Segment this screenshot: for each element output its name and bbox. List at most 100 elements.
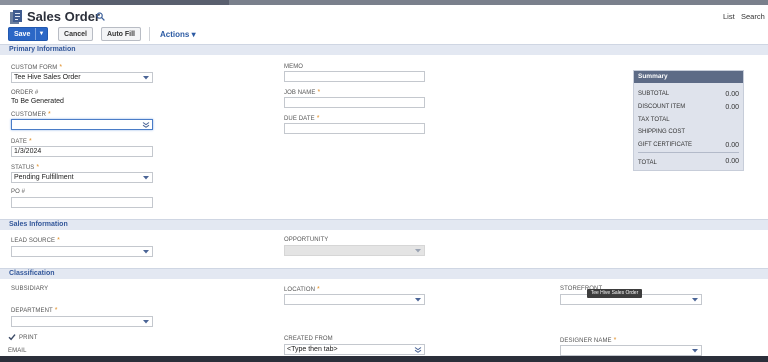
required-marker: * (36, 164, 40, 171)
job-name-label-text: JOB NAME (284, 90, 316, 96)
required-marker: * (317, 286, 320, 293)
check-icon[interactable] (8, 333, 16, 341)
job-name-field[interactable] (284, 97, 425, 108)
shipping-cost-label: SHIPPING COST (638, 129, 686, 135)
po-number-field[interactable] (11, 197, 153, 208)
lead-source-select[interactable] (11, 246, 153, 257)
due-date-label: DUE DATE * (284, 115, 320, 122)
section-sales-information[interactable]: Sales Information (0, 219, 768, 230)
page-title: Sales Order (27, 9, 100, 24)
due-date-label-text: DUE DATE (284, 116, 315, 122)
auto-fill-button[interactable]: Auto Fill (101, 27, 141, 41)
chevron-down-icon (143, 250, 149, 254)
custom-form-select[interactable]: Tee Hive Sales Order (11, 72, 153, 83)
subsidiary-label: SUBSIDIARY (11, 286, 49, 292)
top-nav-strip (0, 0, 768, 5)
save-button-label: Save (14, 30, 31, 38)
tax-total-label: TAX TOTAL (638, 117, 670, 123)
toolbar-divider (149, 27, 150, 41)
summary-title: Summary (634, 71, 743, 83)
designer-name-label: DESIGNER NAME * (560, 337, 616, 344)
print-label: PRINT (19, 335, 38, 341)
department-label-text: DEPARTMENT (11, 308, 53, 314)
subtotal-label: SUBTOTAL (638, 91, 670, 97)
status-label: STATUS * (11, 164, 39, 171)
memo-field[interactable] (284, 71, 425, 82)
order-number-label: ORDER # (11, 90, 39, 96)
double-chevron-icon[interactable] (142, 122, 150, 128)
chevron-down-icon (143, 176, 149, 180)
save-button[interactable]: Save ▼ (8, 27, 48, 41)
summary-divider (638, 152, 739, 153)
status-select[interactable]: Pending Fulfillment (11, 172, 153, 183)
required-marker: * (316, 115, 320, 122)
total-label: TOTAL (638, 160, 657, 166)
order-number-value: To Be Generated (11, 98, 64, 105)
section-title: Classification (9, 270, 55, 277)
created-from-field[interactable]: <Type then tab> (284, 344, 425, 355)
section-classification[interactable]: Classification (0, 268, 768, 279)
section-primary-information[interactable]: Primary Information (0, 44, 768, 55)
total-value: 0.00 (725, 158, 739, 165)
date-label-text: DATE (11, 139, 27, 145)
nav-strip-segment (0, 0, 70, 5)
search-link[interactable]: Search (741, 12, 765, 21)
discount-item-value: 0.00 (725, 104, 739, 111)
memo-label: MEMO (284, 64, 304, 70)
chevron-down-icon (143, 76, 149, 80)
tooltip: Tee Hive Sales Order (587, 289, 642, 298)
save-options-caret[interactable]: ▼ (35, 28, 47, 40)
required-marker: * (57, 237, 60, 244)
nav-strip-segment (229, 0, 768, 5)
customer-field[interactable] (11, 119, 153, 130)
gift-certificate-value: 0.00 (725, 142, 739, 149)
email-label: EMAIL (8, 348, 27, 354)
required-marker: * (59, 64, 63, 71)
location-label: LOCATION * (284, 286, 320, 293)
department-select[interactable] (11, 316, 153, 327)
status-label-text: STATUS (11, 165, 35, 171)
due-date-field[interactable] (284, 123, 425, 134)
customer-label-text: CUSTOMER (11, 112, 47, 118)
discount-item-label: DISCOUNT ITEM (638, 104, 686, 110)
lead-source-label: LEAD SOURCE * (11, 237, 60, 244)
location-label-text: LOCATION (284, 287, 316, 293)
designer-name-select[interactable] (560, 345, 702, 356)
required-marker: * (28, 138, 32, 145)
required-marker: * (613, 337, 617, 344)
bottom-bar (0, 356, 768, 362)
summary-panel: Summary SUBTOTAL 0.00 DISCOUNT ITEM 0.00… (633, 70, 744, 171)
section-title: Primary Information (9, 46, 76, 53)
sales-order-document-icon (10, 10, 22, 24)
opportunity-label: OPPORTUNITY (284, 237, 329, 243)
job-name-label: JOB NAME * (284, 89, 320, 96)
designer-name-label-text: DESIGNER NAME (560, 338, 612, 344)
custom-form-label-text: CUSTOM FORM (11, 65, 58, 71)
gift-certificate-label: GIFT CERTIFICATE (638, 142, 693, 148)
search-icon[interactable] (96, 12, 105, 21)
chevron-down-icon (415, 298, 421, 302)
department-label: DEPARTMENT * (11, 307, 58, 314)
custom-form-value: Tee Hive Sales Order (14, 74, 81, 81)
date-field[interactable]: 1/3/2024 (11, 146, 153, 157)
required-marker: * (48, 111, 51, 118)
created-from-value: <Type then tab> (287, 346, 338, 353)
status-value: Pending Fulfillment (14, 174, 74, 181)
customer-label: CUSTOMER * (11, 111, 51, 118)
double-chevron-icon[interactable] (414, 347, 422, 353)
lead-source-label-text: LEAD SOURCE (11, 238, 56, 244)
chevron-down-icon (692, 298, 698, 302)
required-marker: * (317, 89, 321, 96)
actions-caret-icon: ▾ (191, 30, 196, 39)
cancel-button[interactable]: Cancel (58, 27, 93, 41)
section-title: Sales Information (9, 221, 68, 228)
custom-form-label: CUSTOM FORM * (11, 64, 62, 71)
created-from-label: CREATED FROM (284, 336, 333, 342)
required-marker: * (54, 307, 58, 314)
location-select[interactable] (284, 294, 425, 305)
actions-menu[interactable]: Actions ▾ (160, 30, 196, 39)
chevron-down-icon (143, 320, 149, 324)
chevron-down-icon (415, 249, 421, 253)
list-link[interactable]: List (723, 12, 735, 21)
po-number-label: PO # (11, 189, 26, 195)
